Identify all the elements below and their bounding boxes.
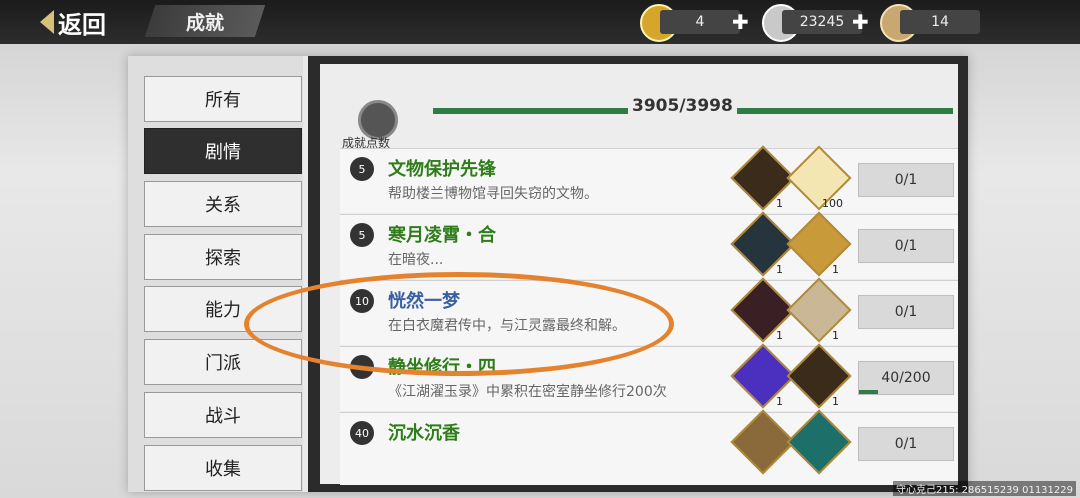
achievement-name: 寒月凌霄・合	[388, 225, 496, 246]
achievement-row: 40 沉水沉香 0/1	[340, 409, 958, 485]
achievement-list-frame: 成就点数 3905/3998 5 文物保护先锋 帮助楼兰博物馆寻回失窃的文物。 …	[308, 56, 968, 492]
reward-count: 1	[832, 395, 839, 408]
sidebar-item-explore[interactable]: 探索	[144, 234, 302, 280]
sidebar-item-ability[interactable]: 能力	[144, 286, 302, 332]
gold-value: 4	[695, 14, 705, 30]
achievement-name: 文物保护先锋	[388, 159, 496, 180]
back-button[interactable]: 返回	[40, 4, 106, 40]
sidebar-item-all[interactable]: 所有	[144, 76, 302, 122]
back-label: 返回	[58, 10, 106, 39]
points-icon: 40	[350, 421, 374, 445]
sidebar-item-label: 门派	[205, 353, 241, 374]
reward-count: 1	[776, 263, 783, 276]
points-progress: 成就点数 3905/3998	[338, 94, 958, 154]
achievement-status: 0/1	[858, 229, 954, 263]
sidebar-item-label: 关系	[205, 195, 241, 216]
status-text: 0/1	[894, 436, 918, 452]
achievement-desc: 《江湖濯玉录》中累积在密室静坐修行200次	[388, 384, 667, 400]
achievement-desc: 在白衣魔君传中，与江灵露最终和解。	[388, 318, 626, 334]
sidebar-item-label: 剧情	[205, 142, 241, 163]
reward-count: 1	[832, 329, 839, 342]
page-title: 成就	[186, 12, 225, 34]
achievement-panel: 所有 剧情 关系 探索 能力 门派 战斗 收集 成就点数 3905/3998 5…	[128, 56, 968, 492]
achievement-row: 静坐修行・四 《江湖濯玉录》中累积在密室静坐修行200次 1 1 40/200	[340, 343, 958, 411]
sidebar-item-label: 战斗	[205, 406, 241, 427]
achievement-desc: 在暗夜...	[388, 252, 444, 268]
status-text: 40/200	[881, 370, 931, 386]
status-text: 0/1	[894, 304, 918, 320]
add-gold-plus-icon[interactable]: ✚	[732, 10, 749, 34]
silver-value: 23245	[799, 14, 845, 30]
reward-count: 1	[776, 329, 783, 342]
achievement-list[interactable]: 成就点数 3905/3998 5 文物保护先锋 帮助楼兰博物馆寻回失窃的文物。 …	[320, 64, 958, 485]
status-text: 0/1	[894, 172, 918, 188]
achievement-desc: 帮助楼兰博物馆寻回失窃的文物。	[388, 186, 598, 202]
achievement-name: 静坐修行・四	[388, 357, 496, 378]
sidebar-item-story[interactable]: 剧情	[144, 128, 302, 174]
reward-count: 1	[776, 395, 783, 408]
achievement-name: 沉水沉香	[388, 423, 460, 444]
achievement-status: 0/1	[858, 295, 954, 329]
points-value: 3905/3998	[628, 96, 737, 116]
status-progress-fill	[859, 390, 878, 394]
achievement-name: 恍然一梦	[388, 291, 460, 312]
sidebar-item-sect[interactable]: 门派	[144, 339, 302, 385]
points-icon: 5	[350, 157, 374, 181]
sidebar-item-label: 所有	[205, 90, 241, 111]
category-sidebar: 所有 剧情 关系 探索 能力 门派 战斗 收集	[128, 56, 303, 492]
title-token-icon[interactable]	[786, 343, 852, 409]
back-arrow-icon	[40, 10, 54, 34]
scroll-counter: 14	[900, 10, 980, 34]
achievement-row: 10 恍然一梦 在白衣魔君传中，与江灵露最终和解。 1 1 0/1	[340, 277, 958, 345]
golden-card-icon[interactable]	[786, 211, 852, 277]
achievement-row: 5 文物保护先锋 帮助楼兰博物馆寻回失窃的文物。 1 100 0/1	[340, 145, 958, 213]
sidebar-item-relations[interactable]: 关系	[144, 181, 302, 227]
achievement-status: 40/200	[858, 361, 954, 395]
reward-count: 100	[822, 197, 843, 210]
sidebar-item-label: 收集	[205, 459, 241, 480]
teal-orb-card-icon[interactable]	[786, 409, 852, 475]
top-bar: 返回 成就 4 ✚ 23245 ✚ 14	[0, 0, 1080, 44]
sidebar-item-label: 能力	[205, 300, 241, 321]
achievement-status: 0/1	[858, 427, 954, 461]
footer-id-text: 守心克己215: 286515239 01131229	[893, 481, 1076, 496]
status-text: 0/1	[894, 238, 918, 254]
achievement-status: 0/1	[858, 163, 954, 197]
points-icon: 10	[350, 289, 374, 313]
points-icon: 5	[350, 223, 374, 247]
scroll-value: 14	[931, 14, 949, 30]
sidebar-item-label: 探索	[205, 248, 241, 269]
silver-counter: 23245	[782, 10, 862, 34]
sidebar-item-collect[interactable]: 收集	[144, 445, 302, 491]
jade-card-icon[interactable]	[786, 277, 852, 343]
sidebar-item-battle[interactable]: 战斗	[144, 392, 302, 438]
add-silver-plus-icon[interactable]: ✚	[852, 10, 869, 34]
reward-count: 1	[776, 197, 783, 210]
points-icon	[350, 355, 374, 379]
gold-counter: 4	[660, 10, 740, 34]
reward-count: 1	[832, 263, 839, 276]
achievement-row: 5 寒月凌霄・合 在暗夜... 1 1 0/1	[340, 211, 958, 279]
